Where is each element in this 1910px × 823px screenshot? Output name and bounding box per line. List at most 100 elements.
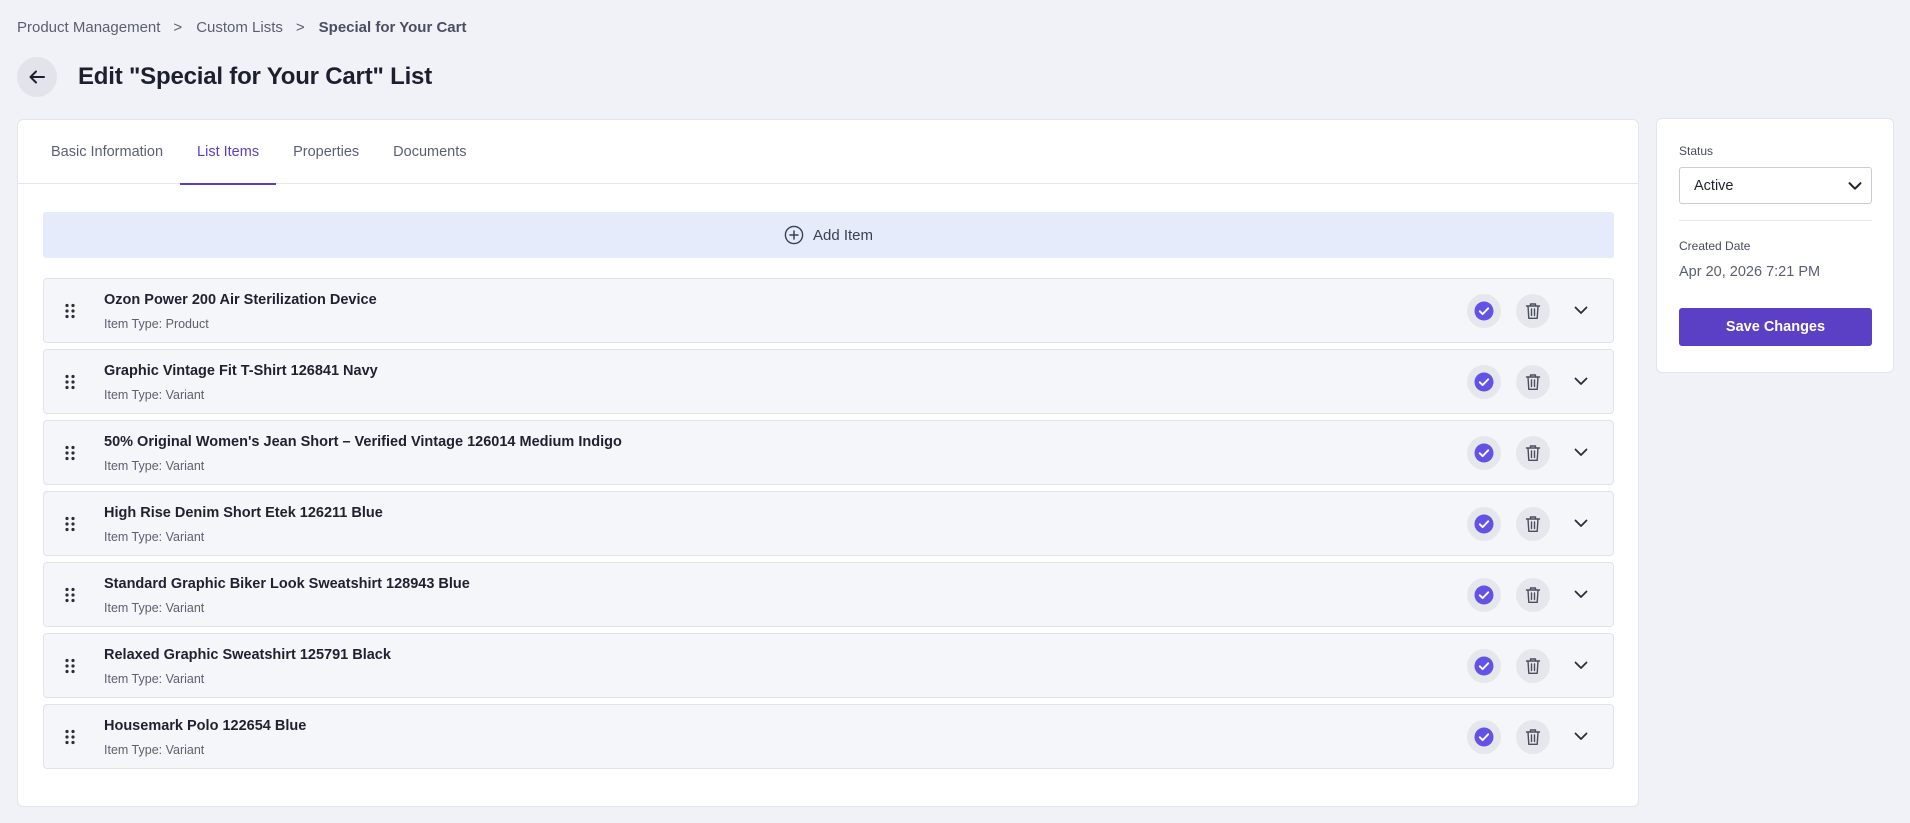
activate-button[interactable] xyxy=(1467,506,1501,541)
tab-documents[interactable]: Documents xyxy=(376,120,483,184)
divider xyxy=(1679,220,1872,221)
activate-button[interactable] xyxy=(1467,364,1501,399)
drag-handle-icon[interactable] xyxy=(64,374,76,390)
list-item: Graphic Vintage Fit T-Shirt 126841 Navy … xyxy=(43,349,1614,414)
chevron-down-icon xyxy=(1848,182,1862,190)
tab-properties[interactable]: Properties xyxy=(276,120,376,184)
delete-button[interactable] xyxy=(1516,364,1550,399)
list-editor-card: Basic Information List Items Properties … xyxy=(17,119,1639,807)
item-actions xyxy=(1467,279,1613,342)
back-button[interactable] xyxy=(17,57,57,97)
page-title: Edit "Special for Your Cart" List xyxy=(78,63,432,90)
status-label: Status xyxy=(1679,144,1714,158)
item-type: Item Type: Variant xyxy=(104,743,205,757)
trash-icon xyxy=(1525,586,1541,603)
list-item: Relaxed Graphic Sweatshirt 125791 Black … xyxy=(43,633,1614,698)
expand-button[interactable] xyxy=(1564,578,1598,612)
item-type: Item Type: Variant xyxy=(104,459,205,473)
chevron-down-icon xyxy=(1574,448,1588,456)
activate-button[interactable] xyxy=(1467,719,1501,754)
add-item-label: Add Item xyxy=(812,226,874,244)
activate-button[interactable] xyxy=(1467,293,1501,328)
drag-handle-icon[interactable] xyxy=(64,587,76,603)
chevron-down-icon xyxy=(1574,377,1588,385)
item-actions xyxy=(1467,421,1613,484)
breadcrumb-product-management[interactable]: Product Management xyxy=(17,19,160,36)
breadcrumb-current: Special for Your Cart xyxy=(318,18,467,36)
item-type: Item Type: Variant xyxy=(104,530,205,544)
expand-button[interactable] xyxy=(1564,720,1598,754)
item-actions xyxy=(1467,634,1613,697)
trash-icon xyxy=(1525,302,1541,319)
expand-button[interactable] xyxy=(1564,436,1598,470)
activate-button[interactable] xyxy=(1467,577,1501,612)
expand-button[interactable] xyxy=(1564,365,1598,399)
drag-handle-icon[interactable] xyxy=(64,516,76,532)
delete-button[interactable] xyxy=(1516,577,1550,612)
list-item: Ozon Power 200 Air Sterilization Device … xyxy=(43,278,1614,343)
check-circle-icon xyxy=(1474,372,1494,391)
breadcrumb: Product Management > Custom Lists > Spec… xyxy=(17,17,466,37)
delete-button[interactable] xyxy=(1516,506,1550,541)
chevron-down-icon xyxy=(1574,519,1588,527)
chevron-down-icon xyxy=(1574,732,1588,740)
created-date-value: Apr 20, 2026 7:21 PM xyxy=(1679,264,1821,280)
list-item: Standard Graphic Biker Look Sweatshirt 1… xyxy=(43,562,1614,627)
tab-list-items[interactable]: List Items xyxy=(180,120,277,185)
activate-button[interactable] xyxy=(1467,435,1501,470)
item-type: Item Type: Variant xyxy=(104,388,205,402)
delete-button[interactable] xyxy=(1516,719,1550,754)
drag-handle-icon[interactable] xyxy=(64,303,76,319)
check-circle-icon xyxy=(1474,585,1494,604)
status-select[interactable]: Active xyxy=(1679,167,1872,204)
check-circle-icon xyxy=(1474,514,1494,533)
trash-icon xyxy=(1525,657,1541,674)
delete-button[interactable] xyxy=(1516,648,1550,683)
delete-button[interactable] xyxy=(1516,435,1550,470)
list-item: High Rise Denim Short Etek 126211 Blue I… xyxy=(43,491,1614,556)
breadcrumb-custom-lists[interactable]: Custom Lists xyxy=(196,19,283,36)
save-changes-button[interactable]: Save Changes xyxy=(1679,308,1872,346)
page-header: Edit "Special for Your Cart" List xyxy=(17,57,432,97)
item-name: Graphic Vintage Fit T-Shirt 126841 Navy xyxy=(104,363,378,379)
breadcrumb-separator: > xyxy=(173,18,183,36)
check-circle-icon xyxy=(1474,301,1494,320)
item-name: Housemark Polo 122654 Blue xyxy=(104,718,307,734)
item-name: Ozon Power 200 Air Sterilization Device xyxy=(104,292,377,308)
chevron-down-icon xyxy=(1574,590,1588,598)
breadcrumb-separator: > xyxy=(295,18,305,36)
add-item-button[interactable]: Add Item xyxy=(43,212,1614,258)
drag-handle-icon[interactable] xyxy=(64,658,76,674)
item-name: High Rise Denim Short Etek 126211 Blue xyxy=(104,505,383,521)
tab-bar: Basic Information List Items Properties … xyxy=(18,120,1638,185)
item-actions xyxy=(1467,350,1613,413)
status-panel: Status Active Created Date Apr 20, 2026 … xyxy=(1656,118,1894,373)
list-item: Housemark Polo 122654 Blue Item Type: Va… xyxy=(43,704,1614,769)
drag-handle-icon[interactable] xyxy=(64,729,76,745)
check-circle-icon xyxy=(1474,727,1494,746)
list-items: Ozon Power 200 Air Sterilization Device … xyxy=(43,278,1614,775)
item-type: Item Type: Product xyxy=(104,317,209,331)
item-name: 50% Original Women's Jean Short – Verifi… xyxy=(104,434,622,450)
status-value: Active xyxy=(1694,177,1734,194)
item-type: Item Type: Variant xyxy=(104,672,205,686)
item-actions xyxy=(1467,492,1613,555)
expand-button[interactable] xyxy=(1564,649,1598,683)
expand-button[interactable] xyxy=(1564,507,1598,541)
activate-button[interactable] xyxy=(1467,648,1501,683)
trash-icon xyxy=(1525,373,1541,390)
chevron-down-icon xyxy=(1574,306,1588,314)
expand-button[interactable] xyxy=(1564,294,1598,328)
delete-button[interactable] xyxy=(1516,293,1550,328)
chevron-down-icon xyxy=(1574,661,1588,669)
check-circle-icon xyxy=(1474,443,1494,462)
item-type: Item Type: Variant xyxy=(104,601,205,615)
tab-basic-information[interactable]: Basic Information xyxy=(34,120,180,184)
trash-icon xyxy=(1525,444,1541,461)
item-name: Standard Graphic Biker Look Sweatshirt 1… xyxy=(104,576,470,592)
trash-icon xyxy=(1525,728,1541,745)
item-name: Relaxed Graphic Sweatshirt 125791 Black xyxy=(104,647,391,663)
drag-handle-icon[interactable] xyxy=(64,445,76,461)
list-item: 50% Original Women's Jean Short – Verifi… xyxy=(43,420,1614,485)
item-actions xyxy=(1467,705,1613,768)
